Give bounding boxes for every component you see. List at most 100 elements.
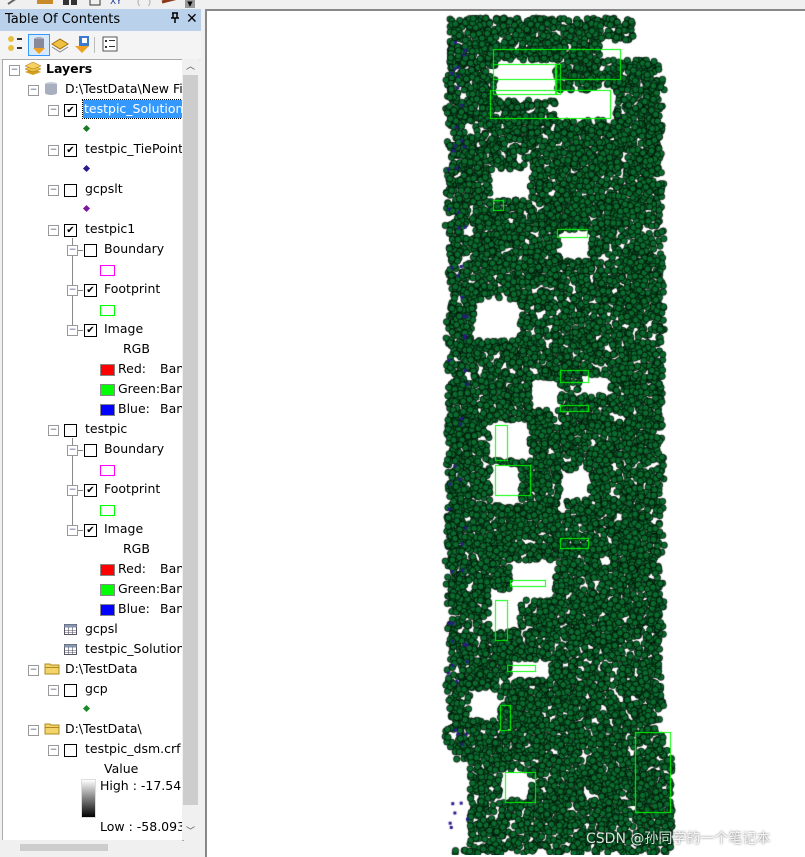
tree-line xyxy=(78,250,83,251)
collapse-toggle[interactable]: − xyxy=(48,145,59,156)
table-name[interactable]: gcpsl xyxy=(85,620,118,638)
band-label: Blue: xyxy=(118,401,150,416)
sublayer-name[interactable]: Footprint xyxy=(104,280,160,298)
xy-tool-icon[interactable]: XY xyxy=(108,0,124,6)
collapse-toggle[interactable]: − xyxy=(28,85,39,96)
layer-name[interactable]: testpic xyxy=(85,420,127,438)
layer-visibility-checkbox[interactable]: ✔ xyxy=(64,224,77,237)
band-value: Ban xyxy=(160,361,184,376)
collapse-toggle[interactable]: − xyxy=(48,185,59,196)
toc-title-bar: Table Of Contents ✕ xyxy=(0,9,201,31)
tree-line xyxy=(78,490,83,491)
footprint-symbol xyxy=(100,305,115,316)
list-by-visibility-icon[interactable] xyxy=(50,34,70,54)
sublayer-name[interactable]: Image xyxy=(104,320,143,338)
band-value: Banc xyxy=(160,601,184,616)
collapse-toggle[interactable]: − xyxy=(48,105,59,116)
go-to-xy-tool-icon[interactable] xyxy=(86,0,102,6)
band-label: Red: xyxy=(118,561,146,576)
list-by-selection-icon[interactable] xyxy=(72,34,92,54)
close-icon[interactable]: ✕ xyxy=(186,11,198,27)
collapse-toggle[interactable]: − xyxy=(67,485,78,496)
svg-text:XY: XY xyxy=(110,0,122,6)
scrollbar-thumb[interactable] xyxy=(183,75,198,805)
sublayer-visibility-checkbox[interactable] xyxy=(84,244,97,257)
sublayer-visibility-checkbox[interactable]: ✔ xyxy=(84,284,97,297)
collapse-toggle[interactable]: − xyxy=(67,245,78,256)
scroll-up-arrow[interactable]: ︿ xyxy=(182,59,199,75)
band-label: Green: xyxy=(118,381,161,396)
collapse-toggle[interactable]: − xyxy=(48,425,59,436)
time-slider-icon[interactable] xyxy=(136,0,152,6)
hyperlink-tool-icon[interactable] xyxy=(160,0,180,6)
horizontal-scrollbar[interactable] xyxy=(2,840,182,855)
sublayer-name[interactable]: Footprint xyxy=(104,480,160,498)
group-path[interactable]: D:\TestData\ xyxy=(65,720,142,738)
collapse-toggle[interactable]: − xyxy=(48,225,59,236)
collapse-toggle[interactable]: − xyxy=(48,685,59,696)
collapse-toggle[interactable]: − xyxy=(48,745,59,756)
sublayer-name[interactable]: Boundary xyxy=(104,440,164,458)
folder-icon xyxy=(44,663,60,675)
layer-visibility-checkbox[interactable]: ✔ xyxy=(64,144,77,157)
boundary-symbol xyxy=(100,465,115,476)
toolbar-dropdown-arrow[interactable]: ▼ xyxy=(185,0,195,8)
list-by-source-icon[interactable] xyxy=(28,34,50,56)
collapse-toggle[interactable]: − xyxy=(9,65,20,76)
list-by-drawing-order-icon[interactable] xyxy=(6,34,26,54)
layers-root-label[interactable]: Layers xyxy=(46,60,92,78)
binoculars-tool-icon[interactable] xyxy=(62,0,78,6)
green-band-swatch xyxy=(100,384,115,396)
collapse-toggle[interactable]: − xyxy=(67,525,78,536)
band-label: Green: xyxy=(118,581,161,596)
layer-name[interactable]: testpic_TiePoints xyxy=(85,140,183,158)
layer-visibility-checkbox[interactable]: ✔ xyxy=(64,104,77,117)
sublayer-visibility-checkbox[interactable]: ✔ xyxy=(84,324,97,337)
layer-visibility-checkbox[interactable] xyxy=(64,744,77,757)
group-path[interactable]: D:\TestData xyxy=(65,660,138,678)
sublayer-name[interactable]: Boundary xyxy=(104,240,164,258)
legend-low-value: Low : -58.0937 xyxy=(100,819,184,834)
sublayer-visibility-checkbox[interactable]: ✔ xyxy=(84,484,97,497)
layer-tree: − Layers − D:\TestData\New Fil − ✔ testp… xyxy=(2,59,184,841)
scroll-down-arrow[interactable]: ﹀ xyxy=(182,824,199,840)
measure-tool-icon[interactable] xyxy=(36,0,54,6)
watermark: CSDN @孙同学的一个笔记本 xyxy=(586,831,771,847)
layer-name[interactable]: testpic_SolutionP xyxy=(82,99,183,119)
sublayer-name[interactable]: Image xyxy=(104,520,143,538)
scrollbar-thumb[interactable] xyxy=(20,844,108,851)
layer-name[interactable]: gcpslt xyxy=(85,180,123,198)
pin-icon[interactable] xyxy=(170,12,180,27)
band-label: Blue: xyxy=(118,601,150,616)
map-canvas[interactable] xyxy=(207,11,805,855)
toc-toolbar xyxy=(0,31,201,60)
legend-high-value: High : -17.548 xyxy=(100,778,184,793)
layer-visibility-checkbox[interactable] xyxy=(64,684,77,697)
map-view[interactable] xyxy=(205,9,805,857)
collapse-toggle[interactable]: − xyxy=(67,325,78,336)
layer-name[interactable]: gcp xyxy=(85,680,108,698)
table-of-contents-panel: Table Of Contents ✕ − Layers − D:\TestDa… xyxy=(0,9,201,855)
layers-icon xyxy=(24,62,42,75)
band-value: Ban xyxy=(160,561,184,576)
elevation-gradient-ramp xyxy=(81,779,96,818)
options-icon[interactable] xyxy=(100,34,120,54)
main-toolbar: XY xyxy=(0,0,200,9)
table-name[interactable]: testpic_Solution xyxy=(85,640,183,658)
collapse-toggle[interactable]: − xyxy=(28,725,39,736)
layer-name[interactable]: testpic_dsm.crf xyxy=(85,740,181,758)
collapse-toggle[interactable]: − xyxy=(28,665,39,676)
collapse-toggle[interactable]: − xyxy=(67,285,78,296)
database-icon xyxy=(45,82,57,95)
sublayer-visibility-checkbox[interactable]: ✔ xyxy=(84,524,97,537)
toolbar-tool-icon[interactable] xyxy=(6,0,22,6)
vertical-scrollbar[interactable]: ︿ ﹀ xyxy=(182,59,199,840)
toc-title: Table Of Contents xyxy=(5,12,121,27)
blue-band-swatch xyxy=(100,404,115,416)
sublayer-visibility-checkbox[interactable] xyxy=(84,444,97,457)
collapse-toggle[interactable]: − xyxy=(67,445,78,456)
layer-visibility-checkbox[interactable] xyxy=(64,184,77,197)
group-path[interactable]: D:\TestData\New Fil xyxy=(65,80,183,98)
layer-visibility-checkbox[interactable] xyxy=(64,424,77,437)
layer-name[interactable]: testpic1 xyxy=(85,220,135,238)
